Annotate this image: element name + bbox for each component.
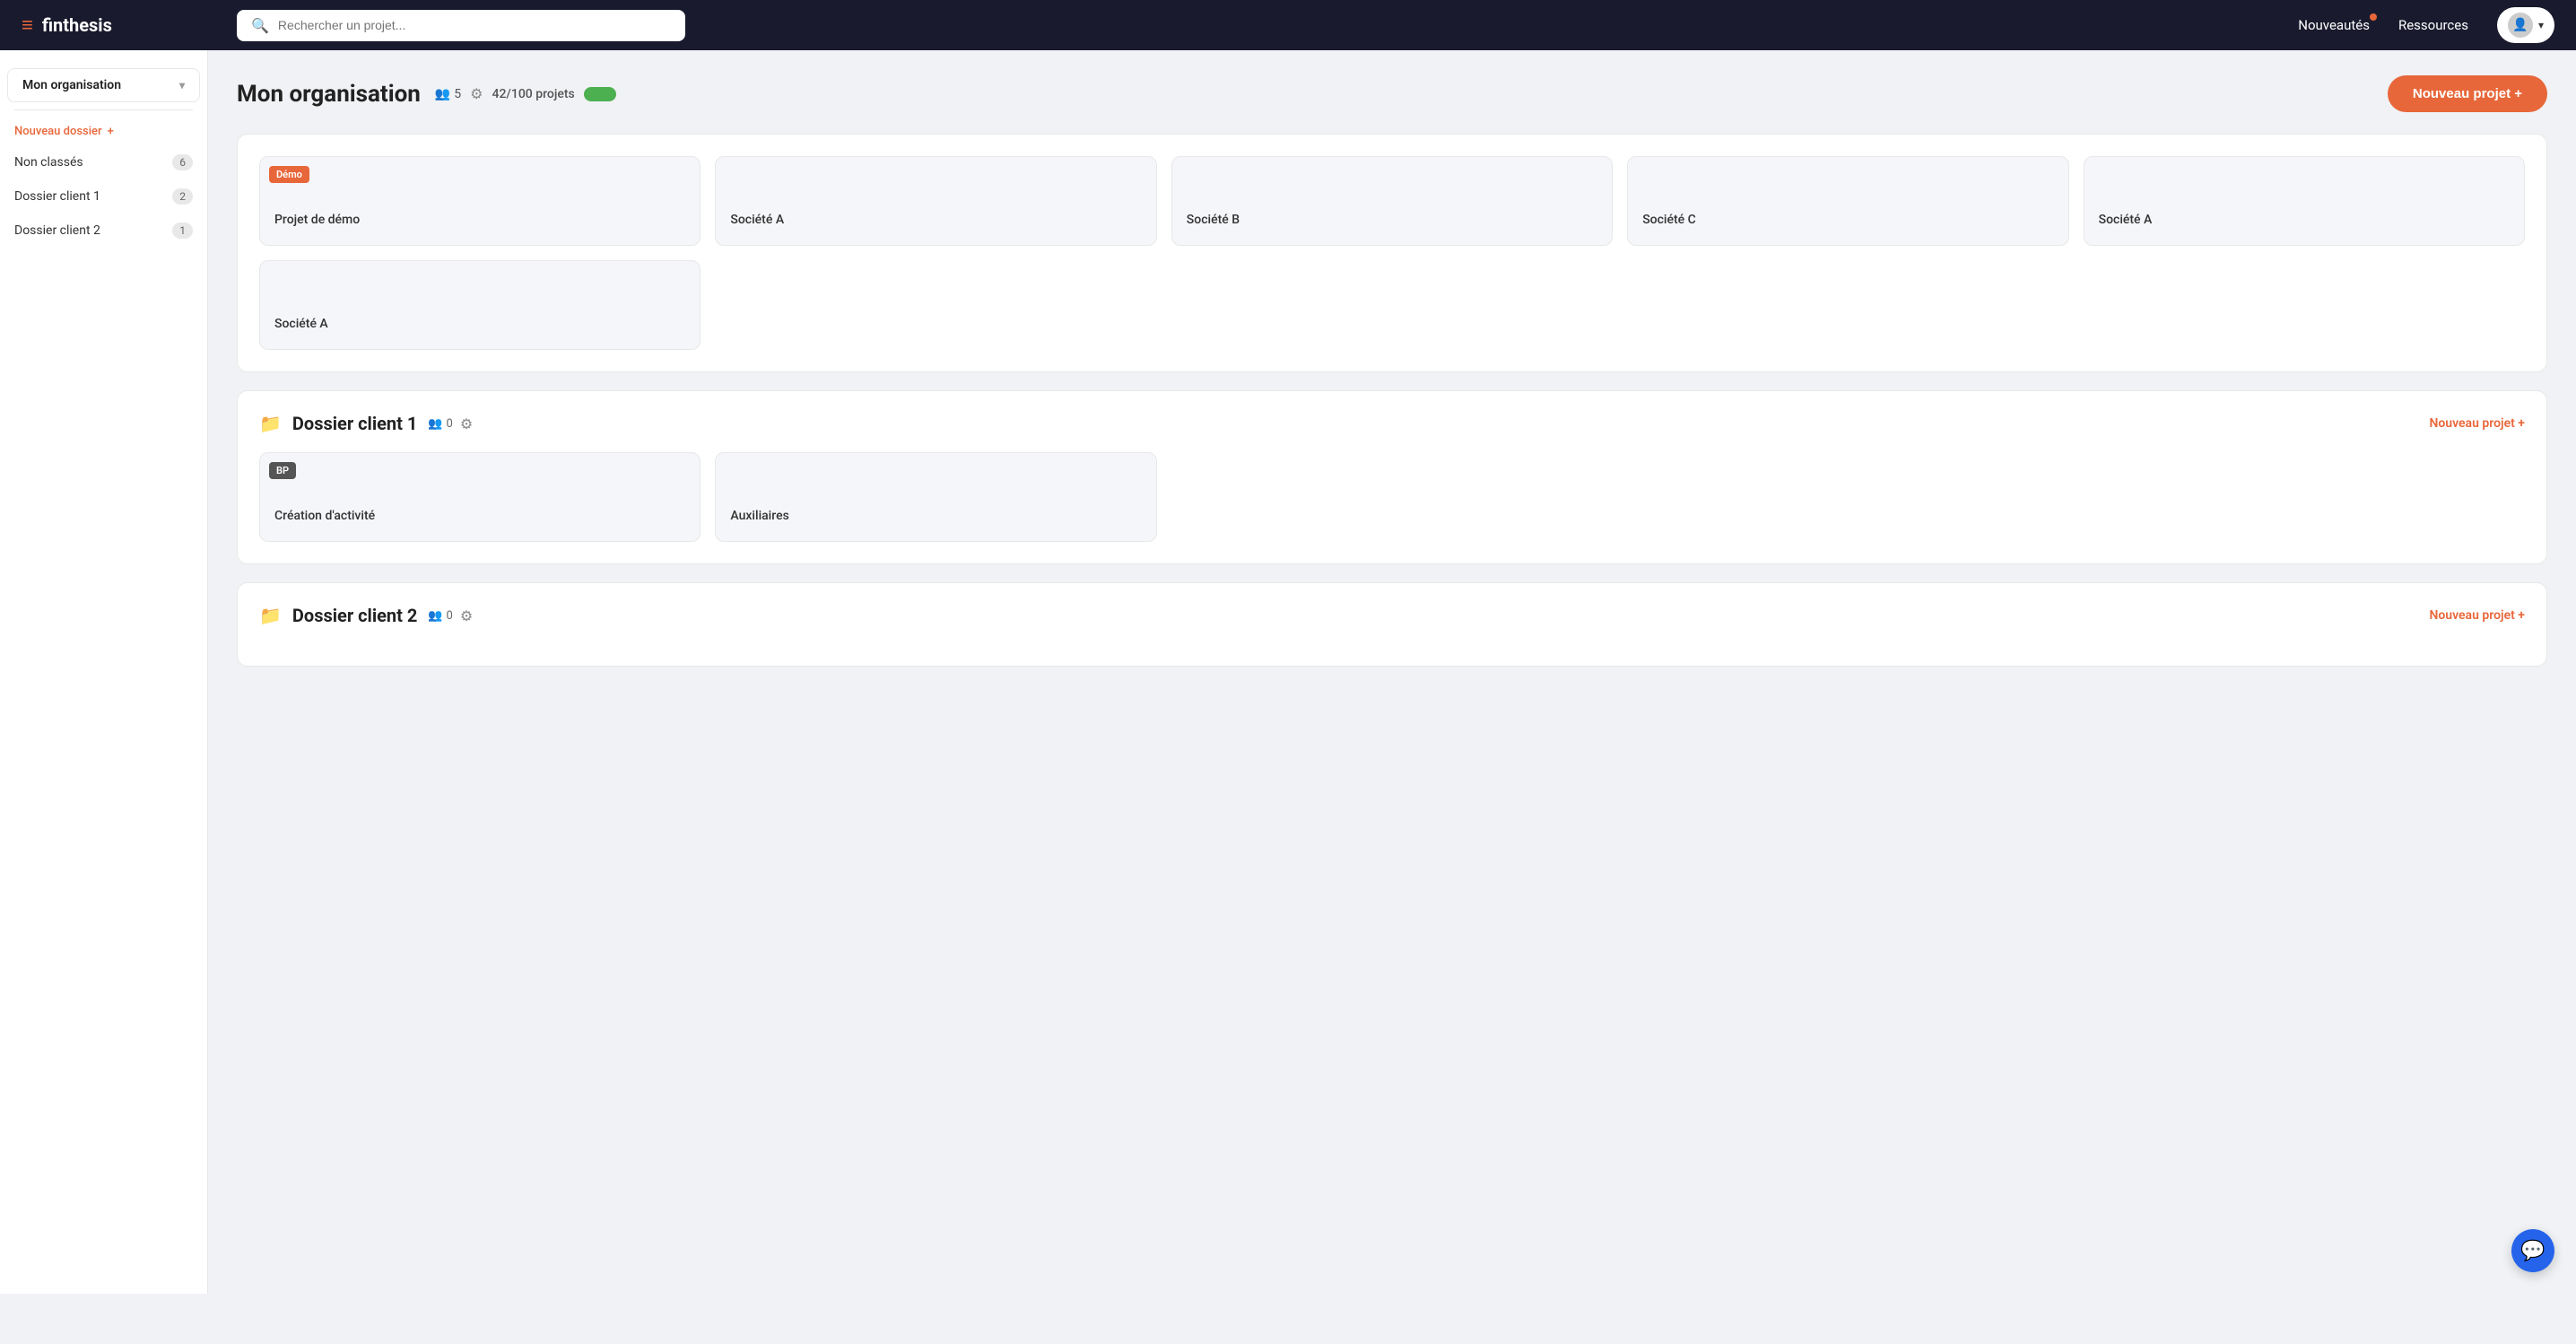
sidebar: Mon organisation ▾ Nouveau dossier + Non… (0, 50, 208, 1294)
folder-users-count: 0 (447, 609, 453, 623)
project-card[interactable]: Société C (1627, 156, 2068, 246)
folder-header-left: 📁 Dossier client 2 👥 0 ⚙ (259, 605, 473, 626)
nav-nouveautes[interactable]: Nouveautés (2298, 17, 2370, 33)
search-input[interactable] (278, 18, 671, 32)
logo[interactable]: ≡ finthesis (22, 13, 201, 37)
navbar: ≡ finthesis 🔍 Nouveautés Ressources 👤 ▾ (0, 0, 2576, 50)
folder-meta: 👥 0 ⚙ (428, 607, 473, 624)
toggle-container (584, 87, 616, 101)
org-selector[interactable]: Mon organisation ▾ (7, 68, 200, 102)
new-folder-label: Nouveau dossier (14, 125, 102, 138)
folder-new-project-button[interactable]: Nouveau projet + (2429, 416, 2525, 431)
folder-header-left: 📁 Dossier client 1 👥 0 ⚙ (259, 413, 473, 434)
toggle-indicator[interactable] (584, 87, 616, 101)
nav-ressources[interactable]: Ressources (2398, 17, 2468, 33)
search-container: 🔍 (237, 10, 685, 41)
project-label: Auxiliaires (730, 509, 1141, 523)
project-label: Projet de démo (274, 213, 685, 227)
search-icon: 🔍 (251, 17, 269, 34)
project-card[interactable]: Société A (259, 260, 701, 350)
sidebar-item-count: 1 (172, 223, 193, 239)
sidebar-item-label: Non classés (14, 155, 83, 170)
folder-section-unclassified: Démo Projet de démo Société A Société B … (237, 134, 2547, 372)
sidebar-item-dossier2[interactable]: Dossier client 2 1 (0, 214, 207, 248)
folder-section-dossier1: 📁 Dossier client 1 👥 0 ⚙ Nouveau projet … (237, 390, 2547, 564)
users-meta: 👥 5 (435, 87, 461, 101)
layout: Mon organisation ▾ Nouveau dossier + Non… (0, 50, 2576, 1294)
projects-count: 42/100 projets (492, 87, 575, 101)
folder-header-dossier1: 📁 Dossier client 1 👥 0 ⚙ Nouveau projet … (259, 413, 2525, 434)
project-label: Société B (1187, 213, 1597, 227)
projects-grid-dossier1: BP Création d'activité Auxiliaires (259, 452, 2525, 542)
users-count: 5 (454, 87, 461, 101)
sidebar-item-unclassified[interactable]: Non classés 6 (0, 145, 207, 179)
sidebar-item-dossier1[interactable]: Dossier client 1 2 (0, 179, 207, 214)
chat-button[interactable]: 💬 (2511, 1229, 2554, 1272)
new-project-button[interactable]: Nouveau projet + (2388, 75, 2547, 112)
sidebar-item-label: Dossier client 2 (14, 223, 100, 238)
main-content: Mon organisation 👥 5 ⚙ 42/100 projets No… (208, 50, 2576, 1294)
folder-meta: 👥 0 ⚙ (428, 415, 473, 432)
folder-name: Dossier client 2 (292, 605, 417, 626)
folder-section-dossier2: 📁 Dossier client 2 👥 0 ⚙ Nouveau projet … (237, 582, 2547, 667)
folder-users: 👥 0 (428, 609, 453, 623)
folder-header-dossier2: 📁 Dossier client 2 👥 0 ⚙ Nouveau projet … (259, 605, 2525, 626)
folder-settings-icon[interactable]: ⚙ (460, 607, 473, 624)
folder-icon: 📁 (259, 413, 282, 434)
sidebar-item-count: 2 (172, 188, 193, 205)
project-card[interactable]: Auxiliaires (715, 452, 1156, 542)
project-card[interactable]: Société A (2084, 156, 2525, 246)
page-header-left: Mon organisation 👥 5 ⚙ 42/100 projets (237, 81, 616, 108)
project-label: Société A (274, 317, 685, 331)
project-label: Société C (1642, 213, 2053, 227)
navbar-right: Nouveautés Ressources 👤 ▾ (2298, 7, 2554, 43)
page-header: Mon organisation 👥 5 ⚙ 42/100 projets No… (237, 75, 2547, 112)
users-icon: 👥 (428, 417, 442, 431)
settings-icon[interactable]: ⚙ (470, 85, 483, 102)
sidebar-item-count: 6 (172, 154, 193, 170)
users-icon: 👥 (435, 87, 450, 101)
logo-text: finthesis (42, 14, 112, 36)
folder-settings-icon[interactable]: ⚙ (460, 415, 473, 432)
folder-name: Dossier client 1 (292, 413, 417, 434)
plus-icon: + (108, 125, 114, 138)
divider (14, 109, 193, 110)
chevron-down-icon: ▾ (2538, 19, 2544, 31)
project-badge: BP (269, 462, 296, 479)
project-card[interactable]: Société B (1171, 156, 1613, 246)
notification-dot (2370, 13, 2377, 21)
avatar: 👤 (2508, 13, 2533, 38)
logo-icon: ≡ (22, 13, 33, 37)
page-title: Mon organisation (237, 81, 421, 108)
project-badge: Démo (269, 166, 309, 183)
projects-grid-unclassified: Démo Projet de démo Société A Société B … (259, 156, 2525, 350)
org-label: Mon organisation (22, 78, 121, 92)
sidebar-item-label: Dossier client 1 (14, 189, 100, 204)
project-label: Société A (730, 213, 1141, 227)
folder-icon: 📁 (259, 605, 282, 626)
users-icon: 👥 (428, 609, 442, 623)
search-box: 🔍 (237, 10, 685, 41)
project-label: Société A (2099, 213, 2510, 227)
folder-users: 👥 0 (428, 417, 453, 431)
project-card[interactable]: Société A (715, 156, 1156, 246)
user-menu[interactable]: 👤 ▾ (2497, 7, 2554, 43)
folder-new-project-button[interactable]: Nouveau projet + (2429, 608, 2525, 623)
project-label: Création d'activité (274, 509, 685, 523)
chevron-down-icon: ▾ (179, 79, 185, 92)
project-card[interactable]: Démo Projet de démo (259, 156, 701, 246)
new-folder-button[interactable]: Nouveau dossier + (0, 118, 207, 145)
header-meta: 👥 5 ⚙ 42/100 projets (435, 85, 616, 102)
project-card[interactable]: BP Création d'activité (259, 452, 701, 542)
folder-users-count: 0 (447, 417, 453, 431)
